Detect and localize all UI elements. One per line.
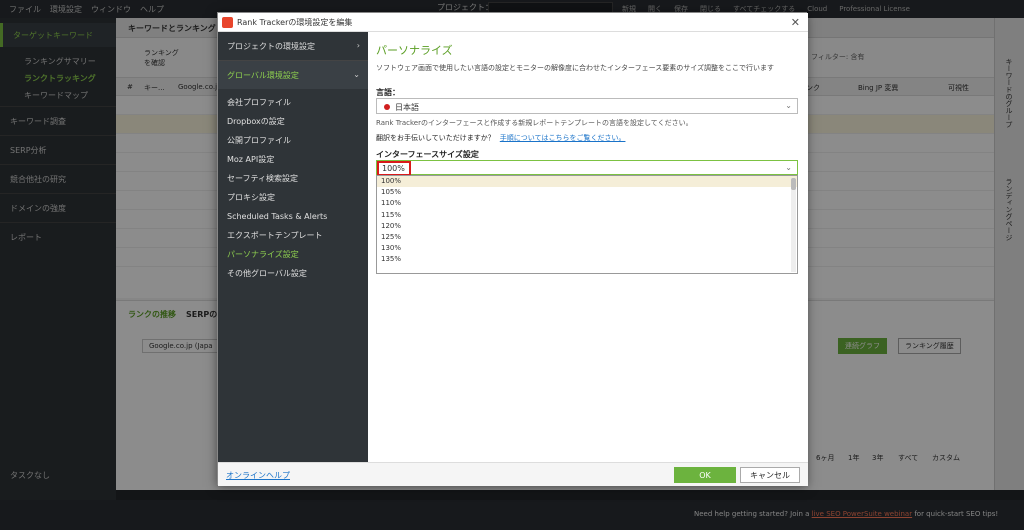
nav-item-safe-search[interactable]: セーフティ検索設定 <box>218 169 368 188</box>
interface-size-label: インターフェースサイズ設定 <box>376 150 479 159</box>
size-option[interactable]: 130% <box>377 243 797 254</box>
size-option[interactable]: 115% <box>377 210 797 221</box>
chevron-right-icon: › <box>356 41 360 50</box>
chevron-down-icon: ⌄ <box>785 163 792 172</box>
nav-item-personalize[interactable]: パーソナライズ設定 <box>218 245 368 264</box>
settings-nav: プロジェクトの環境設定 › グローバル環境設定 ⌄ 会社プロファイル Dropbox… <box>218 32 368 462</box>
nav-project-settings[interactable]: プロジェクトの環境設定 › <box>218 32 368 60</box>
japan-flag-icon <box>384 104 390 110</box>
nav-item-scheduled-tasks[interactable]: Scheduled Tasks & Alerts <box>218 207 368 226</box>
size-option[interactable]: 100% <box>377 176 797 188</box>
language-select[interactable]: 日本語 ⌄ <box>376 98 798 114</box>
interface-size-options: 100% 105% 110% 115% 120% 125% 130% 135% <box>376 175 798 274</box>
rank-tracker-logo-icon <box>222 16 233 28</box>
language-note: Rank Trackerのインターフェースと作成する新規レポートテンプレートの言… <box>376 119 693 127</box>
translation-question-text: 翻訳をお手伝いしていただけますか？ <box>376 134 495 142</box>
size-option[interactable]: 125% <box>377 232 797 243</box>
dialog-title: Rank Trackerの環境設定を編集 <box>237 17 353 27</box>
interface-size-select[interactable]: 100% ⌄ <box>376 160 798 176</box>
nav-global-settings[interactable]: グローバル環境設定 ⌄ <box>218 61 368 89</box>
dialog-title-bar: Rank Trackerの環境設定を編集 ✕ <box>218 13 808 32</box>
translation-question: 翻訳をお手伝いしていただけますか？ 手順についてはこちらをご覧ください。 <box>376 133 625 143</box>
online-help-link[interactable]: オンラインヘルプ <box>226 470 290 481</box>
nav-item-export-templates[interactable]: エクスポートテンプレート <box>218 226 368 245</box>
nav-item-public-profile[interactable]: 公開プロファイル <box>218 131 368 150</box>
settings-dialog: Rank Trackerの環境設定を編集 ✕ プロジェクトの環境設定 › グローバ… <box>217 12 808 486</box>
language-label: 言語： <box>376 88 400 97</box>
ok-button[interactable]: OK <box>674 467 736 483</box>
chevron-down-icon: ⌄ <box>353 70 360 79</box>
settings-content: パーソナライズ ソフトウェア画面で使用したい言語の設定とモニターの解像度に合わせ… <box>368 32 808 462</box>
language-value: 日本語 <box>395 103 419 112</box>
translation-link[interactable]: 手順についてはこちらをご覧ください。 <box>500 134 626 142</box>
chevron-down-icon: ⌄ <box>785 101 792 110</box>
dialog-footer: オンラインヘルプ OK キャンセル <box>218 462 808 486</box>
size-option[interactable]: 110% <box>377 198 797 209</box>
nav-item-proxy[interactable]: プロキシ設定 <box>218 188 368 207</box>
scrollbar-thumb[interactable] <box>791 178 796 190</box>
section-description: ソフトウェア画面で使用したい言語の設定とモニターの解像度に合わせたインターフェー… <box>376 64 775 72</box>
interface-size-value: 100% <box>377 161 411 176</box>
options-scrollbar[interactable] <box>791 178 796 272</box>
section-title: パーソナライズ <box>376 44 453 57</box>
nav-item-dropbox[interactable]: Dropboxの設定 <box>218 112 368 131</box>
close-icon[interactable]: ✕ <box>791 16 800 29</box>
nav-item-moz-api[interactable]: Moz API設定 <box>218 150 368 169</box>
cancel-button[interactable]: キャンセル <box>740 467 800 483</box>
size-option[interactable]: 120% <box>377 221 797 232</box>
nav-item-other-global[interactable]: その他グローバル設定 <box>218 264 368 283</box>
size-option[interactable]: 135% <box>377 254 797 265</box>
nav-item-company-profile[interactable]: 会社プロファイル <box>218 93 368 112</box>
nav-label: グローバル環境設定 <box>227 70 299 80</box>
size-option[interactable]: 105% <box>377 187 797 198</box>
nav-label: プロジェクトの環境設定 <box>227 41 315 51</box>
